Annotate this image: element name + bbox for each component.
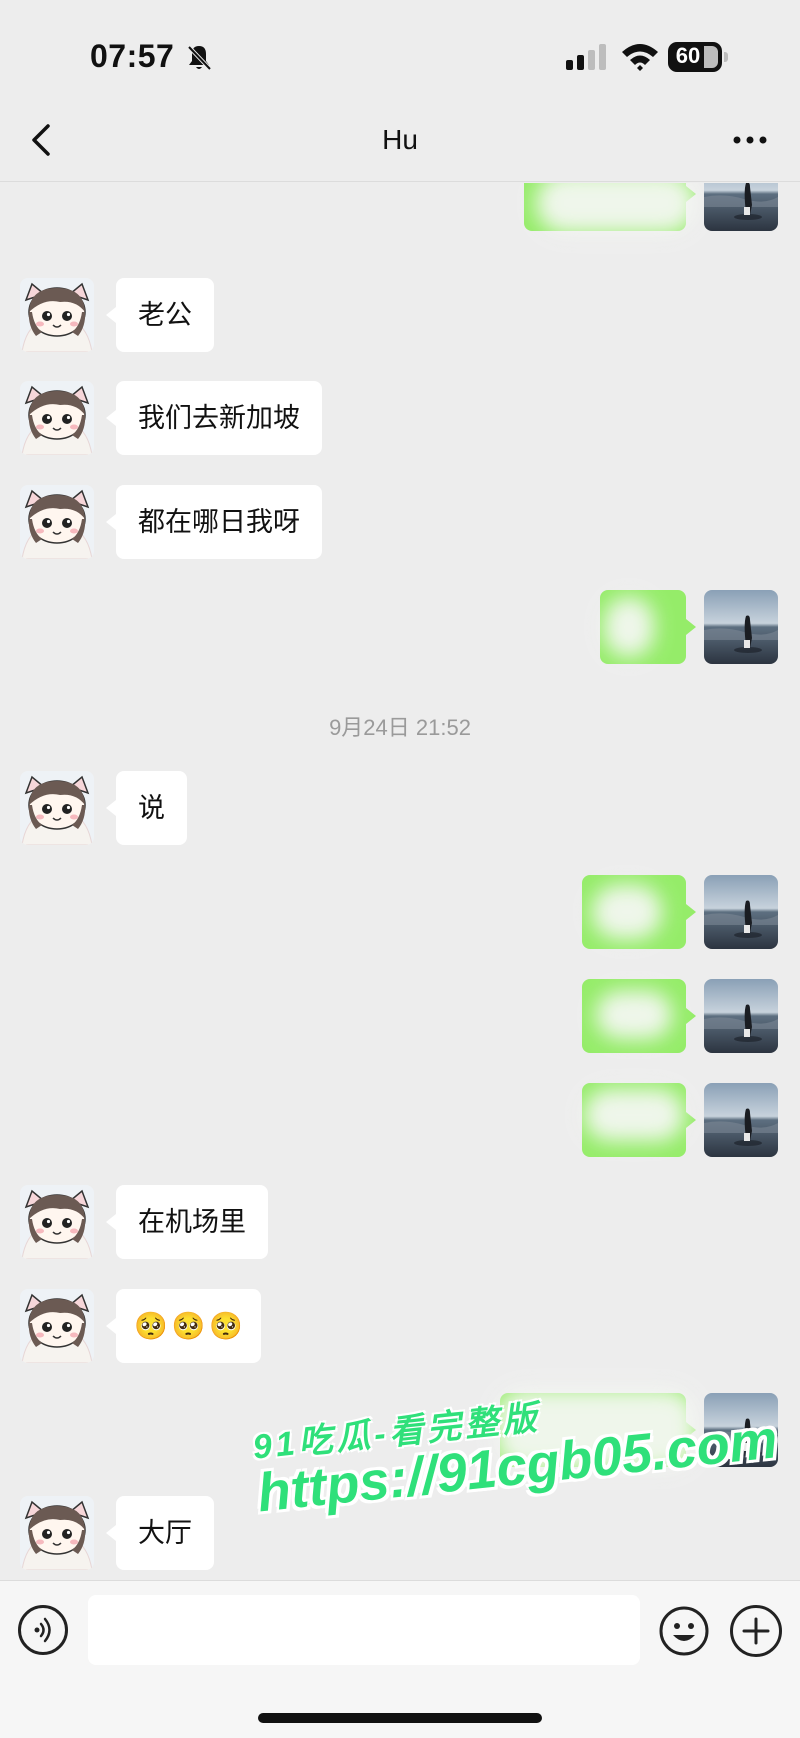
my-avatar[interactable] (704, 183, 778, 231)
my-avatar[interactable] (704, 1083, 778, 1157)
pleading-face-emoji: 🥺 (209, 1311, 243, 1341)
my-avatar[interactable] (704, 875, 778, 949)
emoji-icon[interactable] (658, 1605, 710, 1657)
pleading-face-emoji: 🥺 (171, 1311, 206, 1341)
contact-avatar[interactable] (20, 771, 94, 845)
received-message-bubble[interactable]: 都在哪日我呀 (106, 485, 322, 559)
contact-avatar[interactable] (20, 485, 94, 559)
received-message-bubble[interactable]: 说 (106, 771, 187, 845)
received-message-bubble[interactable]: 在机场里 (106, 1185, 268, 1259)
chat-header: Hu (0, 100, 800, 182)
home-indicator[interactable] (258, 1713, 542, 1723)
more-dots-icon[interactable] (730, 122, 770, 158)
wifi-icon (622, 44, 658, 71)
battery-level: 60 (675, 43, 701, 68)
message-input[interactable] (88, 1595, 640, 1665)
my-avatar[interactable] (704, 979, 778, 1053)
contact-avatar[interactable] (20, 1496, 94, 1570)
status-time: 07:57 (90, 38, 175, 74)
message-list[interactable]: 老公 我们去新加坡 都在哪日我呀 9月24日 21:52 说 在机场里 🥺 🥺 … (0, 183, 800, 1578)
status-bar: 07:57 60 (0, 0, 800, 100)
plus-icon[interactable] (730, 1605, 782, 1657)
received-message-bubble[interactable]: 我们去新加坡 (106, 381, 322, 455)
message-timestamp: 9月24日 21:52 (329, 715, 471, 740)
received-emoji-bubble[interactable]: 🥺 🥺 🥺 (106, 1289, 261, 1363)
contact-avatar[interactable] (20, 381, 94, 455)
pleading-face-emoji: 🥺 (134, 1311, 168, 1341)
input-bar (0, 1580, 800, 1738)
contact-avatar[interactable] (20, 278, 94, 352)
bell-slash-icon (187, 45, 212, 71)
contact-avatar[interactable] (20, 1185, 94, 1259)
my-avatar[interactable] (704, 590, 778, 664)
received-message-bubble[interactable]: 大厅 (106, 1496, 214, 1570)
chat-title: Hu (382, 124, 418, 155)
voice-icon[interactable] (18, 1605, 68, 1655)
cellular-signal-icon (566, 44, 606, 70)
battery-icon: 60 (668, 42, 728, 72)
received-message-bubble[interactable]: 老公 (106, 278, 214, 352)
contact-avatar[interactable] (20, 1289, 94, 1363)
